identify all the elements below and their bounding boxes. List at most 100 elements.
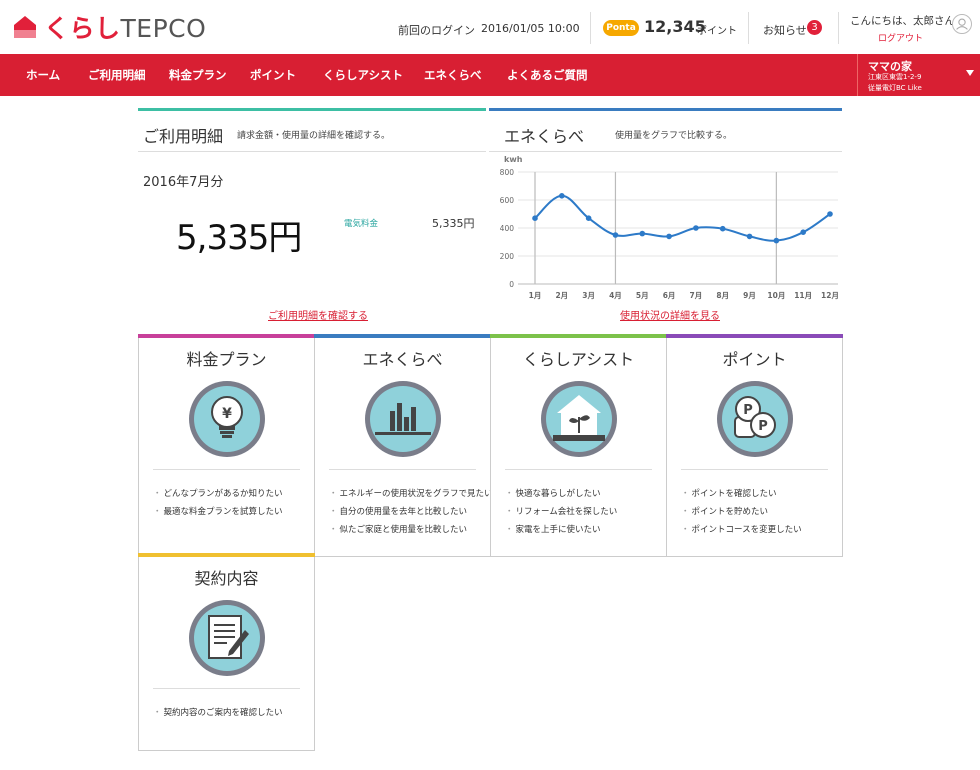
card-divider <box>329 469 476 470</box>
card-accent <box>490 334 667 338</box>
series-line <box>534 194 831 242</box>
ponta-badge: Ponta <box>603 20 639 36</box>
list-item[interactable]: 自分の使用量を去年と比較したい <box>329 503 493 521</box>
y-tick-label: 0 <box>509 280 514 289</box>
card-link-list: ポイントを確認したい ポイントを貯めたい ポイントコースを変更したい <box>681 485 802 539</box>
billing-detail-link[interactable]: ご利用明細を確認する <box>268 307 368 322</box>
card-title: エネくらべ <box>362 350 443 369</box>
home-selector[interactable]: ママの家 江東区東雲1-2-9 従量電灯BC Like <box>857 54 980 96</box>
electricity-fee-value: 5,335円 <box>432 217 475 230</box>
list-item[interactable]: 似たご家庭と使用量を比較したい <box>329 521 493 539</box>
svg-text:P: P <box>743 403 753 418</box>
card-ene-kurabe[interactable]: エネくらべ エネルギーの使用状況をグラフで見たい 自分の使用量を去年と比較したい… <box>314 334 493 557</box>
data-point <box>746 233 753 240</box>
svg-text:¥: ¥ <box>222 406 232 422</box>
x-tick-label: 1月 <box>529 291 542 300</box>
compare-panel-description: 使用量をグラフで比較する。 <box>615 131 733 141</box>
data-point <box>666 233 672 240</box>
last-login-label: 前回のログイン <box>398 24 475 37</box>
nav-ene-kurabe[interactable]: エネくらべ <box>424 67 482 83</box>
billing-amount: 5,335円 <box>176 218 302 258</box>
list-item[interactable]: ポイントを貯めたい <box>681 503 802 521</box>
billing-panel-header: ご利用明細 請求金額・使用量の詳細を確認する。 <box>138 111 486 152</box>
y-tick-label: 200 <box>500 252 515 261</box>
card-accent <box>138 334 315 338</box>
card-link-list: どんなプランがあるか知りたい 最適な料金プランを試算したい <box>153 485 283 521</box>
billing-panel-title: ご利用明細 <box>143 127 224 146</box>
usage-line-chart[interactable]: kwh 0 200 400 600 800 1月 2月 3月 4月 5月 6月 7月 8月 9月 10月 11月… <box>488 154 842 304</box>
site-logo[interactable]: くらしTEPCO <box>12 9 206 45</box>
card-divider <box>505 469 652 470</box>
svg-text:P: P <box>758 419 768 434</box>
y-tick-label: 400 <box>500 224 515 233</box>
x-tick-label: 2月 <box>555 291 568 300</box>
card-title: 料金プラン <box>186 350 267 369</box>
user-icon[interactable] <box>952 14 972 34</box>
y-axis-label: kwh <box>504 155 523 164</box>
data-point <box>800 229 806 235</box>
home-plan: 従量電灯BC Like <box>868 84 922 92</box>
nav-home[interactable]: ホーム <box>26 67 60 83</box>
point-coins-icon: P P <box>717 381 793 457</box>
card-kurashi-assist[interactable]: くらしアシスト 快適な暮らしがしたい リフォーム会社を探したい 家電を上手に使い… <box>490 334 667 557</box>
y-tick-label: 600 <box>500 196 515 205</box>
card-contract[interactable]: 契約内容 契約内容のご案内を確認したい <box>138 553 315 751</box>
nav-kurashi-assist[interactable]: くらしアシスト <box>323 67 403 83</box>
card-title: 契約内容 <box>194 569 259 588</box>
points-unit: ポイント <box>697 26 737 37</box>
nav-points[interactable]: ポイント <box>250 67 296 83</box>
site-header: くらしTEPCO 前回のログイン 2016/01/05 10:00 Ponta … <box>0 0 980 54</box>
notice-link[interactable]: お知らせ <box>763 22 807 38</box>
data-point <box>693 225 699 231</box>
main-nav: ホーム ご利用明細 料金プラン ポイント くらしアシスト エネくらべ よくあるご… <box>0 54 980 96</box>
list-item[interactable]: リフォーム会社を探したい <box>505 503 618 521</box>
notice-count-badge[interactable]: 3 <box>807 20 822 35</box>
list-item[interactable]: 快適な暮らしがしたい <box>505 485 617 503</box>
card-link-list: 快適な暮らしがしたい リフォーム会社を探したい 家電を上手に使いたい <box>505 485 618 539</box>
contract-document-icon <box>189 600 265 676</box>
data-point <box>719 225 726 232</box>
card-accent <box>666 334 843 338</box>
card-divider <box>681 469 828 470</box>
electricity-fee-label: 電気料金 <box>344 219 379 229</box>
list-item[interactable]: ポイントコースを変更したい <box>681 521 802 539</box>
card-divider <box>153 469 300 470</box>
nav-faq[interactable]: よくあるご質問 <box>507 67 588 83</box>
card-divider <box>153 688 300 689</box>
card-accent <box>314 334 491 338</box>
x-tick-label: 12月 <box>821 291 839 300</box>
data-point <box>585 215 592 221</box>
last-login-datetime: 2016/01/05 10:00 <box>481 22 580 35</box>
nav-plan[interactable]: 料金プラン <box>169 67 227 83</box>
list-item[interactable]: 家電を上手に使いたい <box>505 521 617 539</box>
nav-billing[interactable]: ご利用明細 <box>88 67 146 83</box>
data-point <box>532 215 538 221</box>
list-item[interactable]: 最適な料金プランを試算したい <box>153 503 283 521</box>
house-icon <box>14 16 36 38</box>
chevron-down-icon[interactable] <box>966 70 974 76</box>
data-point <box>559 193 565 199</box>
x-tick-label: 8月 <box>716 291 729 300</box>
x-tick-label: 3月 <box>582 291 595 300</box>
header-divider <box>748 12 749 44</box>
list-item[interactable]: 契約内容のご案内を確認したい <box>153 704 283 722</box>
data-point <box>612 232 619 238</box>
header-divider <box>590 12 591 44</box>
list-item[interactable]: エネルギーの使用状況をグラフで見たい <box>329 485 493 503</box>
compare-panel-header: エネくらべ 使用量をグラフで比較する。 <box>489 111 842 152</box>
home-address: 江東区東雲1-2-9 <box>868 73 922 81</box>
card-link-list: エネルギーの使用状況をグラフで見たい 自分の使用量を去年と比較したい 似たご家庭… <box>329 485 493 539</box>
card-plan[interactable]: 料金プラン ¥ どんなプランがあるか知りたい 最適な料金プランを試算したい <box>138 334 315 557</box>
card-points[interactable]: ポイント P P ポイントを確認したい ポイントを貯めたい ポイントコースを変更… <box>666 334 843 557</box>
x-tick-label: 7月 <box>690 291 703 300</box>
house-sprout-icon <box>541 381 617 457</box>
bar-chart-icon <box>365 381 441 457</box>
usage-detail-link[interactable]: 使用状況の詳細を見る <box>620 307 720 322</box>
logout-link[interactable]: ログアウト <box>878 31 923 44</box>
data-point <box>827 211 833 217</box>
header-divider <box>838 12 839 44</box>
card-link-list: 契約内容のご案内を確認したい <box>153 704 283 722</box>
y-tick-label: 800 <box>500 168 515 177</box>
list-item[interactable]: どんなプランがあるか知りたい <box>153 485 283 503</box>
list-item[interactable]: ポイントを確認したい <box>681 485 802 503</box>
